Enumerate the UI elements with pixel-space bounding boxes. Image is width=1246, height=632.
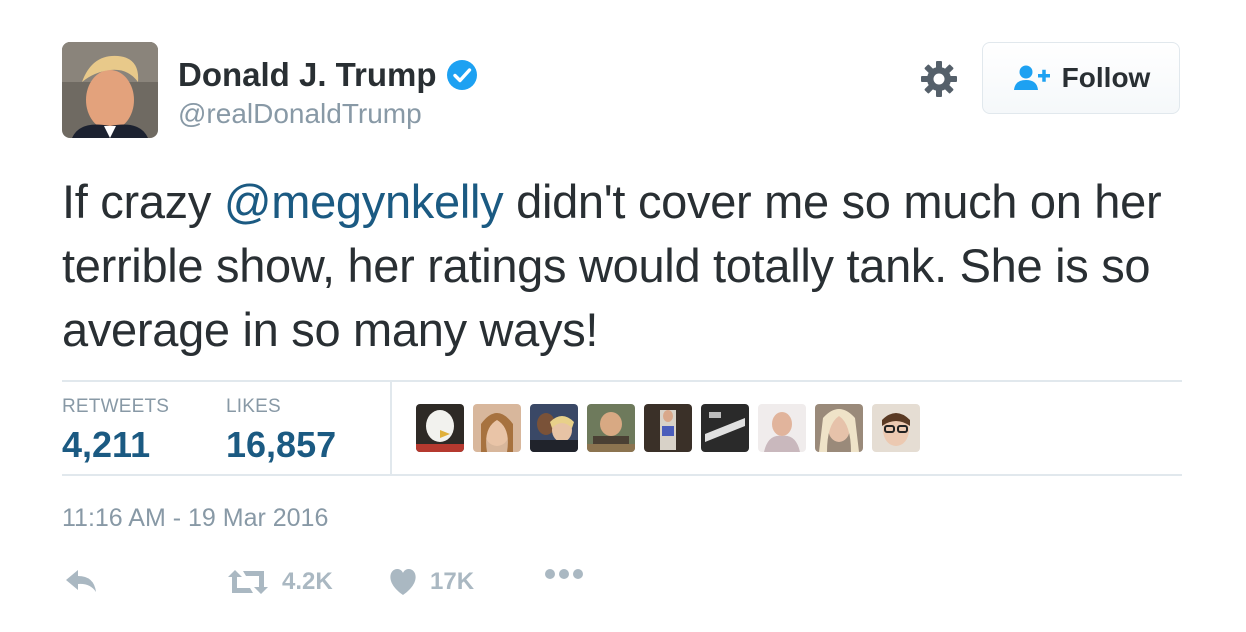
gear-icon[interactable]	[918, 58, 960, 100]
more-icon	[545, 569, 583, 579]
liker-avatar[interactable]	[815, 404, 863, 452]
reply-icon	[66, 570, 96, 592]
retweet-button[interactable]: 4.2K	[226, 568, 333, 596]
add-user-icon	[1013, 65, 1050, 90]
liker-avatar[interactable]	[872, 404, 920, 452]
display-name[interactable]: Donald J. Trump	[178, 56, 479, 94]
liker-avatar[interactable]	[701, 404, 749, 452]
likes-stat[interactable]: LIKES 16,857	[226, 396, 336, 466]
liker-avatar[interactable]	[758, 404, 806, 452]
reply-button[interactable]	[64, 568, 98, 594]
liker-avatar[interactable]	[473, 404, 521, 452]
like-button[interactable]: 17K	[388, 568, 474, 596]
stats-bottom-divider	[62, 474, 1182, 476]
more-options-button[interactable]	[544, 568, 584, 580]
follow-button[interactable]: Follow	[982, 42, 1180, 114]
liker-avatar[interactable]	[530, 404, 578, 452]
stats-top-divider	[62, 380, 1182, 382]
retweets-label: RETWEETS	[62, 396, 170, 417]
tweet-timestamp[interactable]: 11:16 AM - 19 Mar 2016	[62, 504, 328, 533]
profile-avatar[interactable]	[62, 42, 158, 138]
like-count: 17K	[430, 568, 475, 595]
liker-avatar[interactable]	[587, 404, 635, 452]
heart-icon	[390, 568, 416, 595]
display-name-text[interactable]: Donald J. Trump	[178, 56, 437, 94]
liker-avatar[interactable]	[644, 404, 692, 452]
verified-badge-icon	[445, 58, 479, 92]
follow-label: Follow	[1061, 62, 1151, 93]
tweet-text: If crazy @megynkelly didn't cover me so …	[62, 170, 1202, 362]
likes-label: LIKES	[226, 396, 281, 417]
retweet-count: 4.2K	[282, 568, 333, 595]
mention-link[interactable]: @megynkelly	[224, 175, 504, 228]
likes-count: 16,857	[226, 424, 337, 465]
user-handle[interactable]: @realDonaldTrump	[178, 98, 422, 130]
liker-avatar[interactable]	[416, 404, 464, 452]
retweets-count: 4,211	[62, 424, 151, 465]
retweets-stat[interactable]: RETWEETS 4,211	[62, 396, 169, 466]
retweet-icon	[228, 570, 268, 594]
liker-avatars	[416, 404, 920, 452]
tweet-text-start: If crazy	[62, 175, 224, 228]
stats-vertical-divider	[390, 382, 392, 474]
